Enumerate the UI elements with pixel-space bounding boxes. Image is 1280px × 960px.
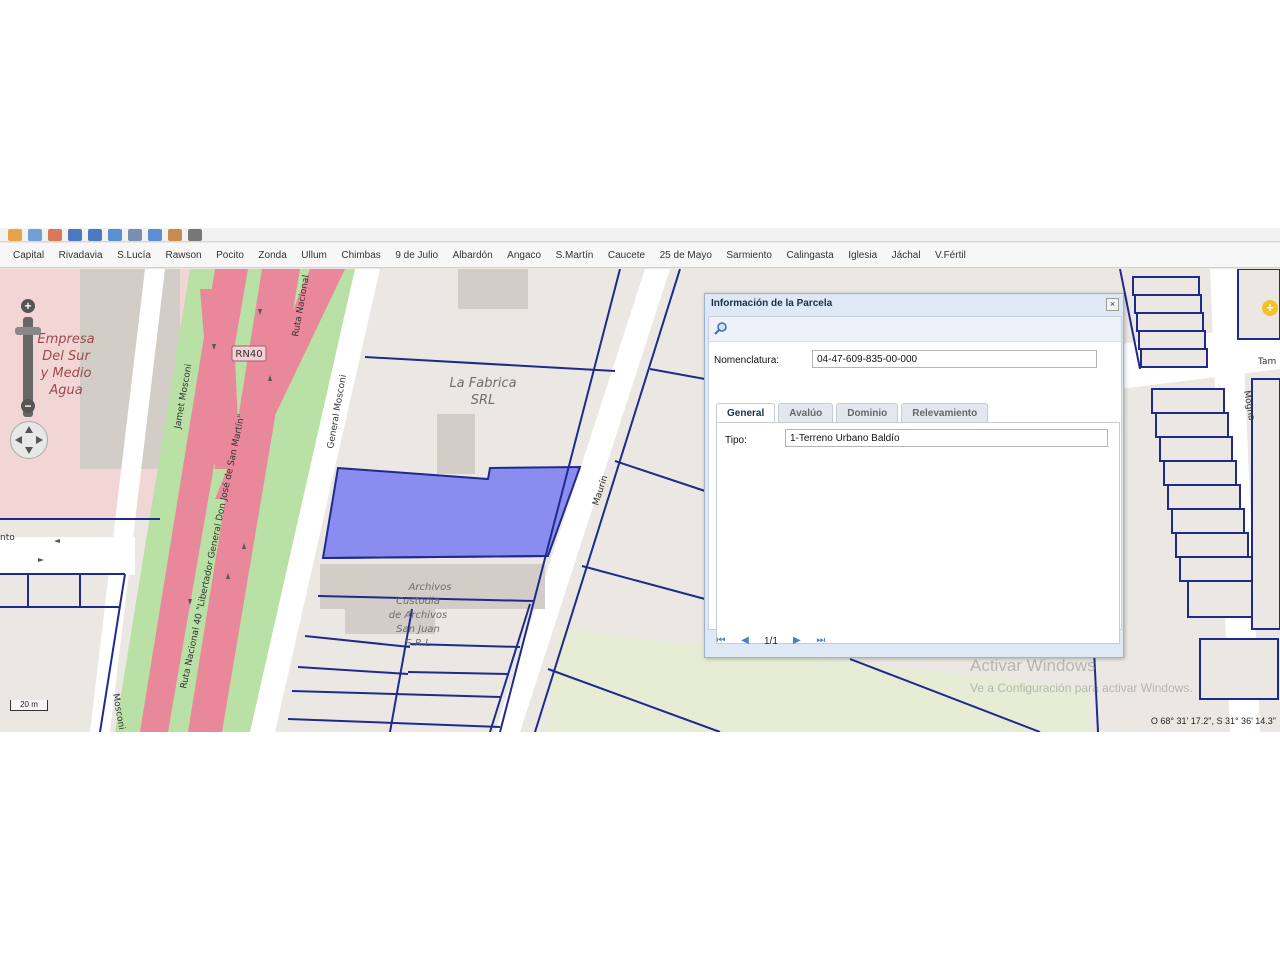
tab-dominio[interactable]: Dominio	[836, 403, 899, 422]
parcel-info-dialog: Información de la Parcela × Nomenclatura…	[704, 293, 1124, 658]
district-menu: Capital Rivadavia S.Lucía Rawson Pocito …	[0, 243, 1280, 268]
coordinates-readout: O 68° 31' 17.2", S 31° 36' 14.3"	[1150, 716, 1276, 726]
district-valle-fertil[interactable]: V.Fértil	[935, 250, 966, 261]
district-25-de-mayo[interactable]: 25 de Mayo	[660, 250, 712, 261]
dialog-title: Información de la Parcela	[711, 298, 833, 309]
tipo-label: Tipo:	[725, 435, 747, 446]
district-sarmiento[interactable]: Sarmiento	[726, 250, 772, 261]
svg-text:Del Sur: Del Sur	[42, 349, 91, 364]
close-button[interactable]: ×	[1106, 298, 1119, 311]
svg-text:La Fabrica: La Fabrica	[449, 376, 516, 391]
page-indicator: 1/1	[764, 635, 778, 647]
refresh-icon[interactable]	[148, 229, 162, 241]
watermark-title: Activar Windows	[970, 656, 1096, 675]
main-toolbar	[0, 228, 1280, 242]
district-pocito[interactable]: Pocito	[216, 250, 244, 261]
district-rawson[interactable]: Rawson	[165, 250, 201, 261]
undo-icon[interactable]	[108, 229, 122, 241]
district-zonda[interactable]: Zonda	[258, 250, 286, 261]
route-icon[interactable]	[168, 229, 182, 241]
district-angaco[interactable]: Angaco	[507, 250, 541, 261]
label-nto: nto	[0, 533, 15, 543]
district-santa-lucia[interactable]: S.Lucía	[117, 250, 151, 261]
measure-icon[interactable]	[128, 229, 142, 241]
add-layer-icon[interactable]: +	[1262, 300, 1278, 316]
district-jachal[interactable]: Jáchal	[892, 250, 921, 261]
district-albardon[interactable]: Albardón	[453, 250, 493, 261]
district-ullum[interactable]: Ullum	[301, 250, 327, 261]
scale-bar: 20 m	[10, 700, 48, 711]
svg-text:SRL: SRL	[471, 393, 496, 408]
road-side	[0, 537, 135, 575]
building	[458, 269, 528, 309]
district-caucete[interactable]: Caucete	[608, 250, 645, 261]
svg-text:y Medio: y Medio	[40, 366, 92, 381]
edit-icon[interactable]	[48, 229, 62, 241]
grid-icon[interactable]	[188, 229, 202, 241]
watermark-subtitle: Ve a Configuración para activar Windows.	[970, 681, 1193, 695]
svg-text:San Juan: San Juan	[396, 624, 440, 635]
svg-text:RN40: RN40	[235, 349, 262, 360]
district-san-martin[interactable]: S.Martín	[556, 250, 594, 261]
district-9-de-julio[interactable]: 9 de Julio	[395, 250, 438, 261]
dialog-body: Nomenclatura: 04-47-609-835-00-000 Gener…	[708, 316, 1122, 644]
home-icon[interactable]	[8, 229, 22, 241]
prev-page-icon[interactable]: ◀	[740, 636, 750, 646]
first-page-icon[interactable]: ⏮	[716, 636, 726, 646]
next-page-icon[interactable]: ▶	[792, 636, 802, 646]
zoom-out-button[interactable]: −	[21, 399, 35, 413]
svg-text:Agua: Agua	[48, 383, 82, 398]
last-page-icon[interactable]: ⏭	[816, 636, 826, 646]
search-icon[interactable]	[714, 321, 728, 335]
tab-relevamiento[interactable]: Relevamiento	[901, 403, 989, 422]
zoom-slider-handle[interactable]	[15, 327, 41, 335]
tab-bar: General Avalúo Dominio Relevamiento	[716, 403, 989, 422]
nomenclatura-label: Nomenclatura:	[714, 355, 780, 366]
svg-text:Empresa: Empresa	[37, 332, 94, 347]
svg-text:S.R.L: S.R.L	[405, 638, 430, 649]
district-chimbas[interactable]: Chimbas	[341, 250, 380, 261]
dialog-toolbar	[709, 317, 1121, 342]
zoom-in-button[interactable]: +	[21, 299, 35, 313]
tab-general[interactable]: General	[716, 403, 776, 422]
layer-icon[interactable]	[28, 229, 42, 241]
svg-text:Custodia: Custodia	[396, 596, 440, 607]
tab-avaluo[interactable]: Avalúo	[778, 403, 834, 422]
pager: ⏮ ◀ 1/1 ▶ ⏭	[708, 629, 1120, 653]
rn40-shield: RN40	[231, 345, 267, 362]
select-all-icon[interactable]	[88, 229, 102, 241]
district-calingasta[interactable]: Calingasta	[786, 250, 833, 261]
selected-parcel[interactable]	[321, 465, 582, 560]
building-fabrica	[437, 414, 475, 474]
district-capital[interactable]: Capital	[13, 250, 44, 261]
svg-text:Archivos: Archivos	[408, 582, 452, 593]
pan-control[interactable]	[10, 421, 48, 459]
tab-panel-general: Tipo: 1-Terreno Urbano Baldío	[716, 422, 1120, 644]
gis-application: Capital Rivadavia S.Lucía Rawson Pocito …	[0, 228, 1280, 732]
tipo-field[interactable]: 1-Terreno Urbano Baldío	[785, 429, 1108, 447]
pan-arrows-icon	[15, 426, 43, 454]
nomenclatura-field[interactable]: 04-47-609-835-00-000	[812, 350, 1097, 368]
label-tam: Tam	[1257, 357, 1276, 367]
select-icon[interactable]	[68, 229, 82, 241]
district-rivadavia[interactable]: Rivadavia	[59, 250, 103, 261]
svg-text:de Archivos: de Archivos	[389, 610, 448, 621]
district-iglesia[interactable]: Iglesia	[848, 250, 877, 261]
